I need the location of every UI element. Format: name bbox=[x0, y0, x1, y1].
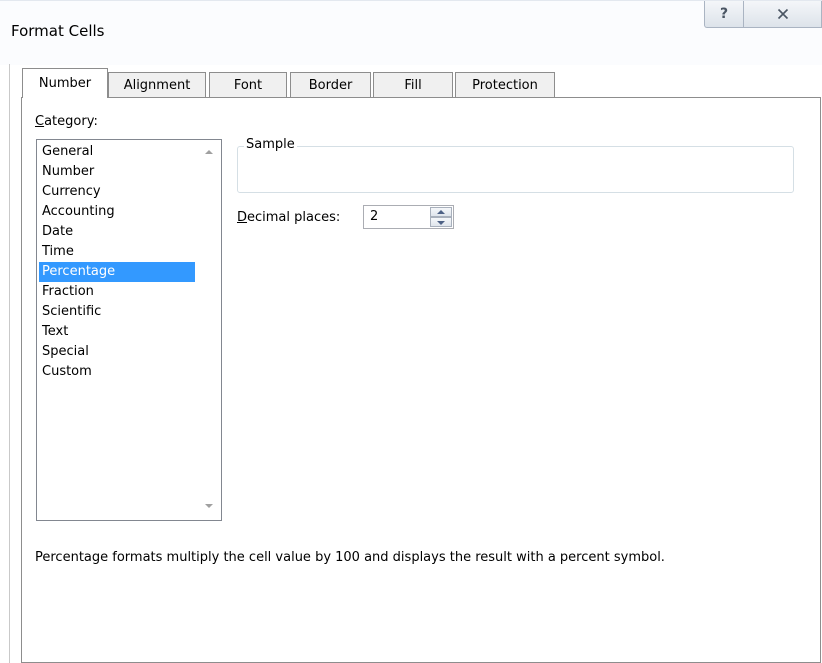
sample-groupbox bbox=[237, 146, 794, 193]
scroll-down-icon[interactable] bbox=[205, 504, 213, 508]
tab-protection-label: Protection bbox=[472, 77, 538, 93]
decimal-places-value[interactable]: 2 bbox=[370, 209, 378, 224]
category-item[interactable]: Currency bbox=[39, 182, 195, 202]
category-items: General Number Currency Accounting Date … bbox=[39, 142, 195, 382]
spin-down-button[interactable] bbox=[430, 217, 452, 227]
category-label: Category: bbox=[35, 114, 98, 129]
help-button[interactable]: ? bbox=[704, 1, 744, 28]
tab-number-label: Number bbox=[38, 76, 92, 91]
decimal-places-spinner[interactable]: 2 bbox=[363, 205, 454, 229]
decimal-places-label: Decimal places: bbox=[237, 210, 340, 225]
sample-label: Sample bbox=[244, 137, 297, 152]
spin-down-icon bbox=[437, 221, 445, 225]
category-listbox[interactable]: General Number Currency Accounting Date … bbox=[36, 139, 222, 521]
title-bar: Format Cells ? bbox=[0, 0, 822, 65]
format-description: Percentage formats multiply the cell val… bbox=[35, 550, 665, 565]
category-item[interactable]: Percentage bbox=[39, 262, 195, 282]
category-label-mnemonic: C bbox=[35, 114, 45, 129]
spin-up-button[interactable] bbox=[430, 207, 452, 217]
dialog-left-edge bbox=[9, 64, 10, 663]
category-item[interactable]: Number bbox=[39, 162, 195, 182]
category-item[interactable]: Date bbox=[39, 222, 195, 242]
close-icon bbox=[777, 8, 789, 20]
help-icon: ? bbox=[719, 6, 729, 22]
category-item[interactable]: Special bbox=[39, 342, 195, 362]
tab-number[interactable]: Number bbox=[22, 68, 108, 98]
tab-border-label: Border bbox=[308, 77, 353, 93]
tab-border[interactable]: Border bbox=[290, 72, 371, 97]
close-button[interactable] bbox=[744, 1, 822, 28]
category-item[interactable]: Text bbox=[39, 322, 195, 342]
category-item[interactable]: Custom bbox=[39, 362, 195, 382]
tab-fill-label: Fill bbox=[404, 77, 422, 93]
format-cells-dialog: Format Cells ? Number Alignment Font Bor… bbox=[0, 0, 822, 663]
category-label-text: ategory: bbox=[44, 114, 98, 129]
tab-font-label: Font bbox=[233, 77, 263, 93]
category-item[interactable]: Accounting bbox=[39, 202, 195, 222]
scroll-up-icon[interactable] bbox=[205, 150, 213, 154]
tab-strip: Number Alignment Font Border Fill Protec… bbox=[0, 64, 822, 98]
spin-up-icon bbox=[437, 210, 445, 214]
category-item[interactable]: Scientific bbox=[39, 302, 195, 322]
tab-fill[interactable]: Fill bbox=[373, 72, 453, 97]
tab-alignment-label: Alignment bbox=[123, 77, 191, 93]
category-scrollbar[interactable] bbox=[198, 140, 221, 520]
tab-protection[interactable]: Protection bbox=[455, 72, 555, 97]
category-item[interactable]: Fraction bbox=[39, 282, 195, 302]
tab-font[interactable]: Font bbox=[209, 72, 287, 97]
tab-alignment[interactable]: Alignment bbox=[108, 72, 206, 97]
category-item[interactable]: Time bbox=[39, 242, 195, 262]
dialog-title: Format Cells bbox=[11, 22, 105, 40]
decimal-places-mnemonic: D bbox=[237, 210, 248, 225]
decimal-places-label-text: ecimal places: bbox=[247, 210, 341, 225]
category-item[interactable]: General bbox=[39, 142, 195, 162]
